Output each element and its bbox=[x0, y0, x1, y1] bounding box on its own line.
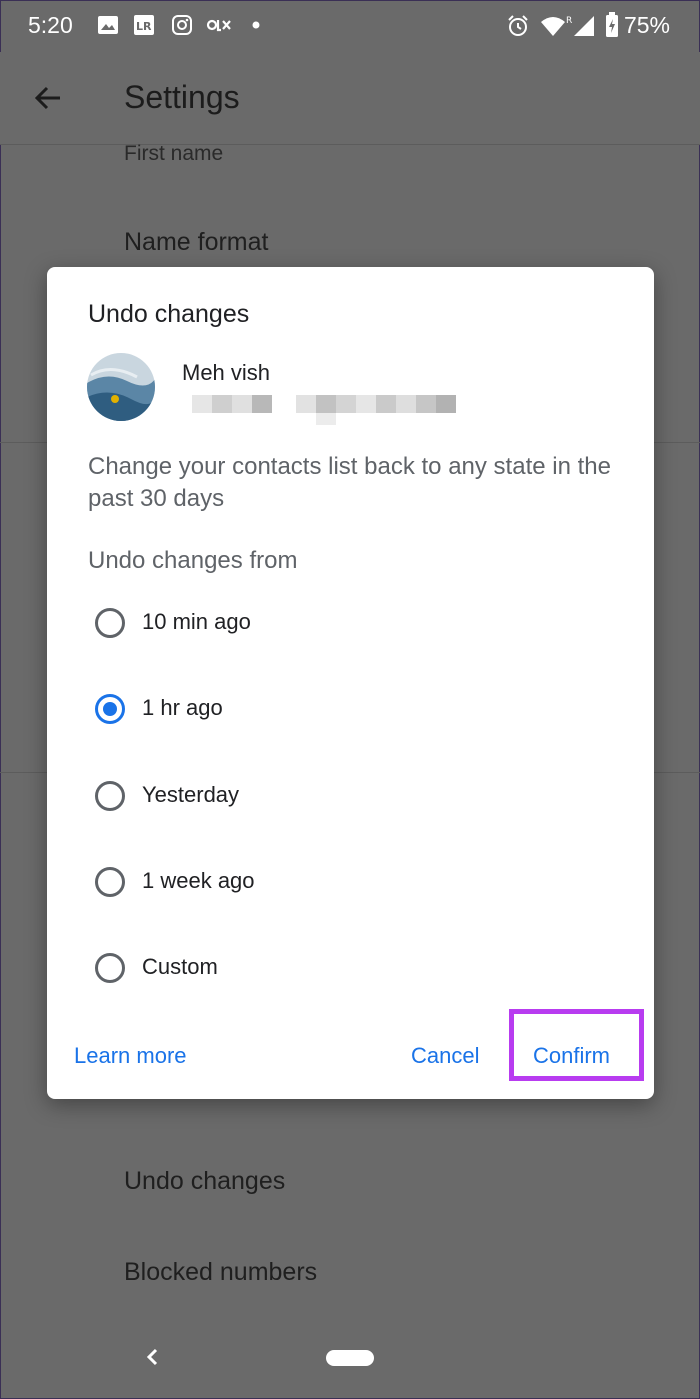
option-yesterday[interactable]: Yesterday bbox=[95, 779, 595, 819]
battery-percentage: 75% bbox=[623, 12, 670, 38]
radio-unchecked-icon[interactable] bbox=[95, 608, 125, 638]
undo-from-label: Undo changes from bbox=[88, 547, 298, 574]
option-10-min-ago[interactable]: 10 min ago bbox=[95, 606, 595, 646]
cancel-button[interactable]: Cancel bbox=[411, 1043, 479, 1069]
confirm-button[interactable]: Confirm bbox=[533, 1043, 610, 1069]
status-bar: 5:20 LR R 75% bbox=[0, 0, 700, 52]
svg-text:LR: LR bbox=[136, 20, 152, 33]
battery-icon bbox=[606, 12, 618, 37]
option-label: 10 min ago bbox=[142, 609, 251, 634]
option-1-hr-ago[interactable]: 1 hr ago bbox=[95, 692, 595, 732]
account-name: Meh vish bbox=[182, 360, 271, 385]
option-label: 1 hr ago bbox=[142, 695, 223, 720]
redacted-email bbox=[192, 395, 456, 425]
avatar bbox=[87, 353, 155, 421]
learn-more-button[interactable]: Learn more bbox=[74, 1043, 187, 1069]
alarm-icon bbox=[508, 15, 528, 36]
name-format-item[interactable]: Name format bbox=[124, 228, 268, 257]
blocked-numbers-item[interactable]: Blocked numbers bbox=[124, 1258, 317, 1287]
option-custom[interactable]: Custom bbox=[95, 951, 595, 991]
instagram-icon bbox=[172, 15, 192, 35]
back-arrow-icon[interactable] bbox=[32, 82, 64, 114]
first-name-sublabel: First name bbox=[124, 142, 224, 165]
lr-icon: LR bbox=[134, 15, 154, 35]
option-1-week-ago[interactable]: 1 week ago bbox=[95, 865, 595, 905]
olx-icon bbox=[206, 19, 231, 32]
undo-changes-dialog: Undo changes Meh vish Change your contac… bbox=[47, 267, 654, 1099]
avatar-image-icon bbox=[87, 353, 155, 421]
page-title: Settings bbox=[124, 79, 240, 115]
image-icon bbox=[98, 16, 118, 34]
status-time: 5:20 bbox=[28, 12, 73, 38]
radio-checked-icon[interactable] bbox=[95, 694, 125, 724]
nav-back-icon[interactable] bbox=[140, 1342, 166, 1372]
radio-unchecked-icon[interactable] bbox=[95, 953, 125, 983]
radio-unchecked-icon[interactable] bbox=[95, 867, 125, 897]
nav-home-pill[interactable] bbox=[326, 1350, 374, 1366]
wifi-icon: R bbox=[541, 16, 572, 36]
option-label: 1 week ago bbox=[142, 868, 255, 893]
undo-changes-item[interactable]: Undo changes bbox=[124, 1167, 285, 1196]
option-label: Yesterday bbox=[142, 782, 240, 807]
dot-icon bbox=[252, 21, 260, 29]
signal-icon bbox=[574, 16, 594, 36]
radio-unchecked-icon[interactable] bbox=[95, 781, 125, 811]
dialog-title: Undo changes bbox=[88, 300, 250, 328]
dialog-description: Change your contacts list back to any st… bbox=[88, 453, 611, 512]
option-label: Custom bbox=[142, 954, 218, 979]
app-bar: Settings bbox=[0, 52, 700, 145]
